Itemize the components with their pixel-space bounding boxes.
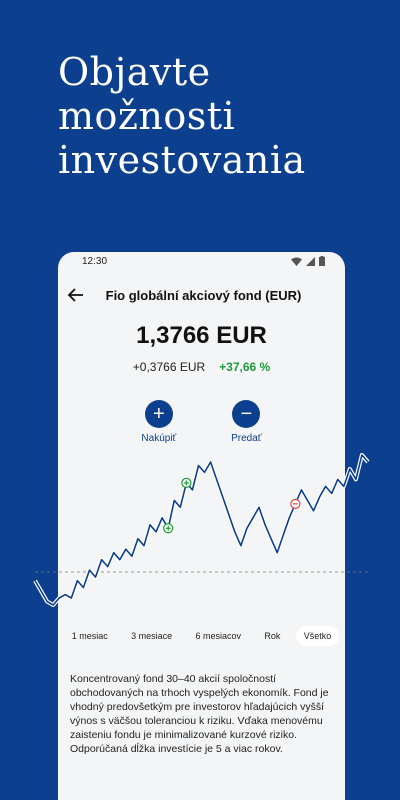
promo-headline: Objavte možnosti investovania [58,50,306,182]
action-buttons: + Nakúpiť − Predať [58,400,345,444]
wifi-icon [291,257,302,266]
headline-line-2: možnosti [58,94,236,138]
phone-screen: 12:30 Fio globální akciový fond (EUR) 1,… [58,252,345,800]
sell-label: Predať [231,433,262,444]
fund-title: Fio globální akciový fond (EUR) [105,287,302,303]
arrow-left-icon [67,288,83,302]
buy-label: Nakúpiť [141,433,177,444]
buy-button[interactable]: + Nakúpiť [141,400,176,444]
fund-price: 1,3766 EUR [136,322,267,349]
fund-description: Koncentrovaný fond 30–40 akcií spoločnos… [70,673,329,755]
headline-line-3: investovania [58,138,306,182]
back-button[interactable] [66,285,86,305]
period-3-months[interactable]: 3 mesiace [123,626,180,646]
signal-icon [306,256,315,266]
percent-change: +37,66 % [219,360,271,374]
price-change-row: +0,3766 EUR +37,66 % [58,360,345,374]
period-1-month[interactable]: 1 mesiac [64,626,116,646]
period-year[interactable]: Rok [256,626,288,646]
sell-button[interactable]: − Predať [231,400,262,444]
battery-icon [319,256,325,266]
plus-icon: + [144,400,173,428]
status-bar: 12:30 [58,252,345,270]
minus-icon: − [232,400,261,428]
headline-line-1: Objavte [58,50,211,94]
status-time: 12:30 [82,255,108,267]
status-icons [291,256,325,266]
period-all[interactable]: Všetko [295,626,340,646]
app-bar: Fio globální akciový fond (EUR) [58,270,345,320]
period-6-months[interactable]: 6 mesiacov [187,626,249,646]
absolute-change: +0,3766 EUR [132,360,206,374]
period-selector: 1 mesiac 3 mesiace 6 mesiacov Rok Všetko [58,626,345,646]
